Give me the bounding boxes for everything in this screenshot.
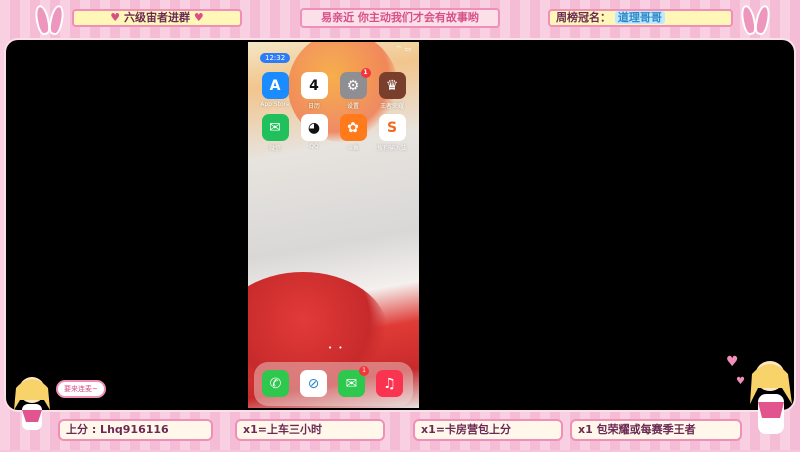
notification-badge: 1	[360, 68, 371, 78]
app-label: 斗鱼	[346, 145, 359, 152]
sogou-icon: S	[378, 114, 406, 141]
status-icons: ⌔ ▭	[395, 45, 411, 53]
douyu-icon: ✿	[339, 114, 367, 141]
app-settings[interactable]: ⚙ 1 设置	[334, 68, 372, 110]
app-label: QQ	[309, 143, 319, 150]
status-bar-time: 12:32	[260, 45, 291, 64]
svg-text:♥: ♥	[736, 376, 745, 387]
app-douyu[interactable]: ✿ 斗鱼	[334, 114, 372, 152]
app-label: 设置	[346, 103, 359, 110]
app-calendar[interactable]: 4 日历	[295, 72, 333, 110]
gift-pill-3: x1 包荣耀或每赛季王者	[570, 419, 742, 441]
account-pill: 上分 : Lhq916116	[58, 419, 213, 441]
wechat-icon: ✉	[261, 114, 289, 141]
bunny-ears-right-icon	[738, 3, 772, 37]
phone-icon[interactable]: ✆	[262, 370, 289, 397]
group-banner: ♥ 六级宙者进群 ♥	[72, 9, 242, 27]
app-label: App Store	[260, 101, 290, 108]
game-icon: ♛	[378, 72, 406, 99]
app-label: 微信	[268, 145, 281, 152]
notification-badge: 1	[359, 366, 369, 376]
app-label: 日历	[307, 103, 320, 110]
dock: ✆ ⊘ ✉ 1 ♫	[254, 362, 413, 406]
calendar-icon: 4	[300, 72, 328, 99]
weekly-rank-name: 道理哥哥	[614, 11, 665, 24]
stream-area: 12:32 ⌔ ▭ A App Store 4 日历 ⚙ 1 设置 ♛ 王者荣耀 ✉ 微信 ◕ QQ ✿ 斗…	[6, 40, 794, 410]
svg-text:♥: ♥	[726, 354, 739, 370]
gift-pill-2: x1=卡房营包上分	[413, 419, 563, 441]
weekly-rank-label: 周榜冠名：	[556, 11, 611, 24]
messages-icon[interactable]: ✉ 1	[338, 366, 369, 397]
app-wechat[interactable]: ✉ 微信	[256, 114, 294, 152]
bunny-ears-left-icon	[32, 3, 66, 37]
settings-icon: ⚙ 1	[339, 68, 371, 99]
qq-icon: ◕	[300, 114, 328, 141]
music-icon[interactable]: ♫	[376, 370, 403, 397]
group-banner-text: 六级宙者进群	[124, 11, 190, 24]
weekly-rank-banner: 周榜冠名： 道理哥哥	[548, 9, 733, 27]
page-dots: • •	[328, 344, 345, 352]
appstore-icon: A	[261, 72, 289, 99]
app-sogou[interactable]: S 搜狗输入法	[373, 114, 411, 152]
bottom-overlay-bar: 上分 : Lhq916116 x1=上车三小时 x1=卡房营包上分 x1 包荣耀…	[0, 412, 800, 450]
gift-pill-1: x1=上车三小时	[235, 419, 385, 441]
app-appstore[interactable]: A App Store	[256, 72, 294, 108]
clock: 12:32	[260, 53, 291, 63]
app-game[interactable]: ♛ 王者荣耀	[373, 72, 411, 110]
app-label: 搜狗输入法	[376, 145, 407, 152]
slogan-banner: 易亲近 你主动我们才会有故事哟	[300, 8, 500, 28]
app-label: 王者荣耀	[379, 103, 404, 110]
app-qq[interactable]: ◕ QQ	[295, 114, 333, 150]
speech-bubble: 要来连麦~	[56, 380, 106, 398]
heart-icon: ♥	[110, 11, 121, 24]
phone-screen[interactable]: 12:32 ⌔ ▭ A App Store 4 日历 ⚙ 1 设置 ♛ 王者荣耀 ✉ 微信 ◕ QQ ✿ 斗…	[248, 42, 419, 408]
top-overlay-bar: ♥ 六级宙者进群 ♥ 易亲近 你主动我们才会有故事哟 周榜冠名： 道理哥哥	[0, 0, 800, 38]
heart-icon: ♥	[193, 11, 204, 24]
safari-icon[interactable]: ⊘	[300, 370, 327, 397]
